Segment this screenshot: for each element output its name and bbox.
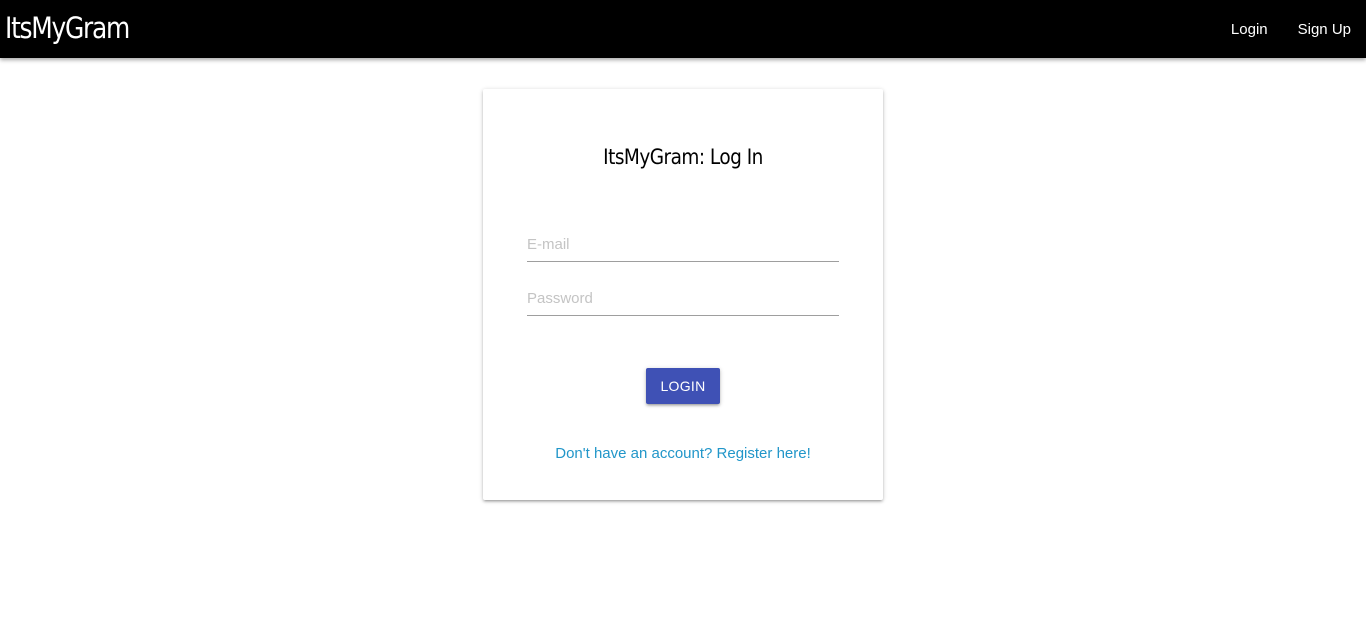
nav-login-link[interactable]: Login xyxy=(1231,21,1268,38)
password-input[interactable] xyxy=(527,281,839,316)
login-title: ItsMyGram: Log In xyxy=(603,145,763,169)
top-navbar: ItsMyGram Login Sign Up xyxy=(0,0,1366,58)
register-link[interactable]: Don't have an account? Register here! xyxy=(483,445,883,462)
email-input[interactable] xyxy=(527,227,839,262)
nav-signup-link[interactable]: Sign Up xyxy=(1298,21,1351,38)
login-card: ItsMyGram: Log In LOGIN Don't have an ac… xyxy=(483,89,883,500)
brand-logo[interactable]: ItsMyGram xyxy=(5,10,130,46)
nav-links: Login Sign Up xyxy=(1201,0,1351,58)
login-button[interactable]: LOGIN xyxy=(646,368,720,404)
